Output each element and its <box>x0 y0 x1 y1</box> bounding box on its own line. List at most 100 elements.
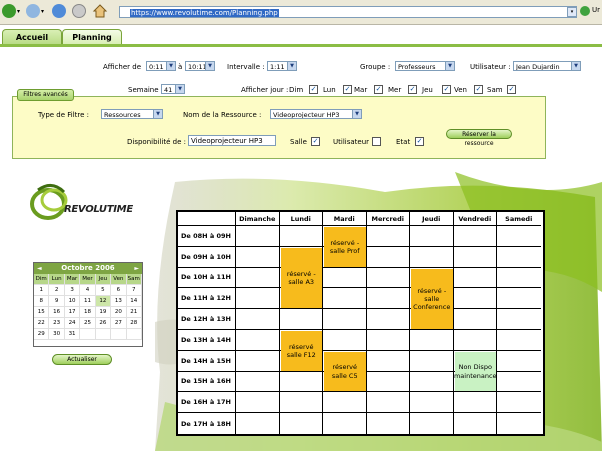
calendar-day[interactable]: 25 <box>80 318 96 329</box>
planning-cell[interactable] <box>279 371 323 393</box>
planning-cell[interactable] <box>236 309 280 330</box>
planning-cell[interactable] <box>410 330 454 351</box>
back-icon[interactable] <box>2 4 16 18</box>
planning-cell[interactable] <box>497 247 541 268</box>
planning-cell[interactable] <box>236 288 280 310</box>
planning-cell[interactable] <box>236 267 280 289</box>
planning-cell[interactable] <box>497 330 541 351</box>
planning-cell[interactable] <box>497 226 541 247</box>
planning-cell[interactable] <box>279 392 323 414</box>
day-checkbox-3[interactable]: ✓ <box>408 85 417 94</box>
disponibilite-input[interactable]: Videoprojecteur HP3 <box>188 135 276 146</box>
calendar-day[interactable]: 8 <box>34 296 50 307</box>
actualiser-button[interactable]: Actualiser <box>52 354 112 365</box>
calendar-day[interactable]: 11 <box>80 296 96 307</box>
calendar-day[interactable]: 9 <box>49 296 65 307</box>
back-dropdown-icon[interactable]: ▾ <box>17 8 20 15</box>
planning-cell[interactable] <box>366 267 410 289</box>
planning-cell[interactable] <box>497 413 541 434</box>
planning-cell[interactable] <box>410 413 454 434</box>
planning-cell[interactable] <box>453 392 497 414</box>
planning-cell[interactable] <box>453 267 497 289</box>
calendar-day[interactable]: 28 <box>126 318 142 329</box>
groupe-select[interactable]: Professeurs ▼ <box>395 61 455 71</box>
afficher-a-select[interactable]: 10:11 ▼ <box>185 61 215 71</box>
planning-cell[interactable] <box>323 330 367 351</box>
calendar-day[interactable]: 4 <box>80 285 96 296</box>
calendar-day[interactable]: 17 <box>64 307 81 318</box>
tab-planning[interactable]: Planning <box>62 29 122 44</box>
salle-checkbox[interactable]: ✓ <box>311 137 320 146</box>
calendar-day[interactable]: 26 <box>95 318 112 329</box>
calendar-day[interactable]: 21 <box>126 307 142 318</box>
day-checkbox-2[interactable]: ✓ <box>374 85 383 94</box>
planning-cell[interactable] <box>323 267 367 289</box>
planning-cell[interactable] <box>410 350 454 372</box>
reservation-block[interactable]: réservé - salle A3 <box>280 247 322 309</box>
utilisateur-select[interactable]: Jean Dujardin ▼ <box>513 61 581 71</box>
day-checkbox-6[interactable]: ✓ <box>507 85 516 94</box>
planning-cell[interactable] <box>236 371 280 393</box>
forward-icon[interactable] <box>26 4 40 18</box>
planning-cell[interactable] <box>497 392 541 414</box>
intervalle-select[interactable]: 1:11 ▼ <box>267 61 297 71</box>
planning-cell[interactable] <box>453 226 497 247</box>
planning-cell[interactable] <box>323 413 367 434</box>
planning-cell[interactable] <box>366 350 410 372</box>
calendar-day[interactable]: 10 <box>64 296 81 307</box>
forward-dropdown-icon[interactable]: ▾ <box>41 8 44 15</box>
etat-checkbox[interactable]: ✓ <box>415 137 424 146</box>
planning-cell[interactable] <box>410 226 454 247</box>
planning-cell[interactable] <box>454 413 497 434</box>
calendar-day[interactable]: 18 <box>80 307 96 318</box>
planning-cell[interactable] <box>366 392 410 414</box>
calendar-day[interactable]: 22 <box>34 318 50 329</box>
day-checkbox-1[interactable]: ✓ <box>343 85 352 94</box>
type-filtre-select[interactable]: Ressources ▼ <box>101 109 163 119</box>
address-bar[interactable]: https://www.revolutime.com/Planning.php <box>119 6 577 18</box>
planning-cell[interactable] <box>236 246 280 268</box>
nom-ressource-select[interactable]: Videoprojecteur HP3 ▼ <box>270 109 362 119</box>
planning-cell[interactable] <box>366 330 410 351</box>
calendar-day[interactable]: 23 <box>49 318 65 329</box>
calendar-day[interactable]: 2 <box>49 285 65 296</box>
planning-cell[interactable] <box>453 288 497 310</box>
planning-cell[interactable] <box>366 226 410 247</box>
planning-cell[interactable] <box>236 350 280 372</box>
calendar-day[interactable]: 20 <box>111 307 127 318</box>
planning-cell[interactable] <box>279 226 323 247</box>
tab-accueil[interactable]: Accueil <box>2 29 62 44</box>
semaine-select[interactable]: 41 ▼ <box>161 84 185 94</box>
planning-cell[interactable] <box>323 309 367 330</box>
planning-cell[interactable] <box>366 246 410 268</box>
planning-cell[interactable] <box>366 309 410 330</box>
calendar-day[interactable]: 24 <box>64 318 81 329</box>
planning-cell[interactable] <box>367 413 410 434</box>
calendar-day[interactable]: 6 <box>111 285 127 296</box>
day-checkbox-4[interactable]: ✓ <box>442 85 451 94</box>
planning-cell[interactable] <box>453 330 497 351</box>
planning-cell[interactable] <box>410 392 454 414</box>
stop-icon[interactable] <box>72 4 86 18</box>
calendar-day[interactable]: 14 <box>126 296 142 307</box>
refresh-icon[interactable] <box>52 4 66 18</box>
planning-cell[interactable] <box>366 371 410 393</box>
reservation-block[interactable]: réservé - salle Conference <box>411 268 453 329</box>
calendar-day[interactable]: 15 <box>34 307 50 318</box>
calendar-day[interactable]: 12 <box>95 296 112 307</box>
afficher-de-select[interactable]: 0:11 ▼ <box>146 61 176 71</box>
reservation-block[interactable]: réservé - salle Prof <box>324 227 366 267</box>
planning-cell[interactable] <box>323 392 367 414</box>
planning-cell[interactable] <box>497 372 541 393</box>
calendar-day[interactable]: 19 <box>95 307 112 318</box>
planning-cell[interactable] <box>497 288 541 310</box>
calendar-day[interactable]: 29 <box>34 329 50 340</box>
planning-cell[interactable] <box>236 330 280 351</box>
planning-cell[interactable] <box>280 413 323 434</box>
day-checkbox-0[interactable]: ✓ <box>309 85 318 94</box>
reservation-block[interactable]: réservé salle F12 <box>280 331 322 371</box>
day-checkbox-5[interactable]: ✓ <box>474 85 483 94</box>
planning-cell[interactable] <box>497 351 541 372</box>
prev-month-icon[interactable]: ◄ <box>37 263 42 274</box>
calendar-day[interactable]: 1 <box>34 285 50 296</box>
